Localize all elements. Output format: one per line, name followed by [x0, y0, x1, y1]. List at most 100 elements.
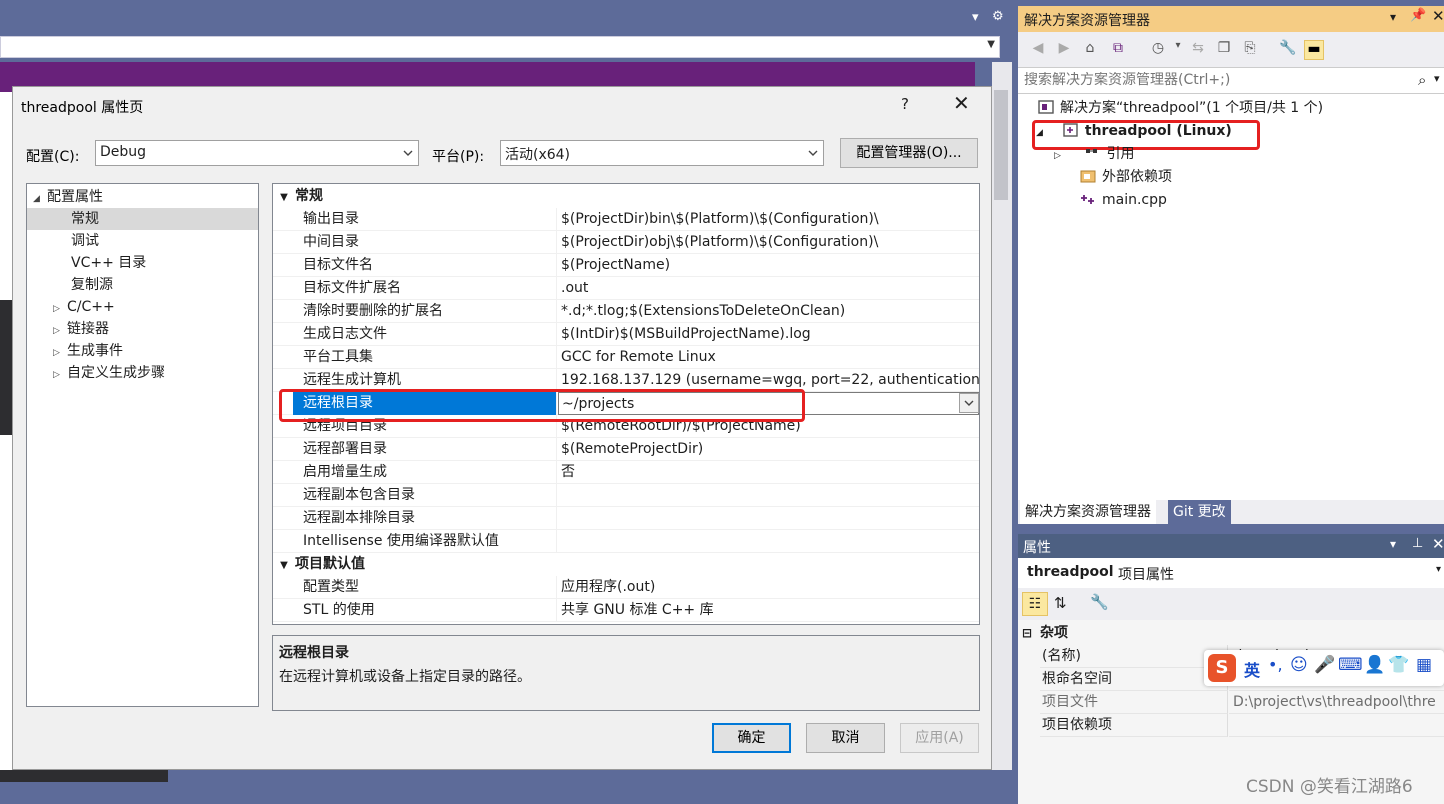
keyboard-icon[interactable]: ⌨ — [1338, 655, 1363, 675]
preview-selected-icon[interactable]: ▬ — [1304, 40, 1324, 60]
tree-item-vc-directories[interactable]: VC++ 目录 — [27, 252, 258, 274]
search-input[interactable] — [1024, 72, 1414, 88]
dropdown-icon[interactable]: ▾ — [1390, 537, 1396, 551]
tree-item-debugging[interactable]: 调试 — [27, 230, 258, 252]
property-row[interactable]: 远程副本包含目录 — [273, 484, 979, 507]
tree-item-build-events[interactable]: ▷ 生成事件 — [27, 340, 258, 362]
property-row[interactable]: 目标文件名 $(ProjectName) — [273, 254, 979, 277]
categorized-icon[interactable]: ☷ — [1022, 592, 1048, 616]
ime-language[interactable]: 英 — [1244, 657, 1260, 681]
property-row[interactable]: 项目依赖项 — [1018, 714, 1444, 737]
platform-value: 活动(x64) — [505, 147, 571, 163]
remote-root-dir-value[interactable]: ~/projects — [558, 392, 979, 415]
property-row[interactable]: 清除时要删除的扩展名 *.d;*.tlog;$(ExtensionsToDelet… — [273, 300, 979, 323]
section-misc[interactable]: ⊟ 杂项 — [1018, 622, 1444, 645]
property-description: 远程根目录 在远程计算机或设备上指定目录的路径。 — [272, 635, 980, 711]
forward-icon[interactable]: ▶ — [1054, 40, 1074, 60]
property-row[interactable]: 平台工具集 GCC for Remote Linux — [273, 346, 979, 369]
ide-scrollbar-thumb[interactable] — [994, 90, 1008, 200]
property-row-remote-root-dir[interactable]: 远程根目录 ~/projects — [273, 392, 979, 415]
collapsed-icon[interactable]: ▷ — [53, 320, 67, 342]
back-icon[interactable]: ◀ — [1028, 40, 1048, 60]
ide-navigation-combo[interactable]: ▼ — [0, 36, 1000, 58]
tree-item-linker[interactable]: ▷ 链接器 — [27, 318, 258, 340]
chevron-down-icon[interactable]: ▾ — [1168, 40, 1188, 60]
toolbox-icon[interactable]: ▦ — [1416, 655, 1432, 675]
property-row[interactable]: 远程生成计算机 192.168.137.129 (username=wgq, po… — [273, 369, 979, 392]
tree-item-main-cpp[interactable]: main.cpp — [1080, 189, 1167, 211]
tree-item-config-properties[interactable]: ◢ 配置属性 — [27, 186, 258, 208]
tree-item-solution[interactable]: 解决方案“threadpool”(1 个项目/共 1 个) — [1038, 97, 1323, 119]
pin-icon[interactable]: ⊥ — [1412, 536, 1423, 551]
property-row[interactable]: 远程项目目录 $(RemoteRootDir)/$(ProjectName) — [273, 415, 979, 438]
property-row[interactable]: STL 的使用 共享 GNU 标准 C++ 库 — [273, 599, 979, 622]
tree-item-references[interactable]: ▷ 引用 — [1054, 143, 1134, 165]
tab-git-changes[interactable]: Git 更改 — [1168, 500, 1231, 524]
tree-item-cpp[interactable]: ▷ C/C++ — [27, 296, 258, 318]
collapse-all-icon[interactable]: ❐ — [1214, 40, 1234, 60]
object-name: threadpool — [1027, 564, 1114, 580]
platform-select[interactable]: 活动(x64) — [500, 140, 824, 166]
config-tree: ◢ 配置属性 常规 调试 VC++ 目录 复制源 ▷ C/C++ ▷ 链接器 ▷ 生成事… — [26, 183, 259, 707]
pin-icon[interactable]: 📌 — [1410, 8, 1426, 23]
tree-item-project[interactable]: ◢ threadpool (Linux) — [1036, 120, 1232, 142]
property-row[interactable]: 远程副本排除目录 — [273, 507, 979, 530]
punctuation-icon[interactable]: •, — [1268, 655, 1283, 674]
sync-icon[interactable]: ⇆ — [1188, 40, 1208, 60]
tree-item-external-dependencies[interactable]: 外部依赖项 — [1080, 166, 1172, 188]
collapsed-icon[interactable]: ▷ — [53, 342, 67, 364]
pending-changes-filter-icon[interactable]: ◷ — [1148, 40, 1168, 60]
properties-object-selector[interactable]: threadpool 项目属性 ▾ — [1018, 558, 1444, 588]
dropdown-icon[interactable]: ▾ — [1390, 10, 1396, 24]
gear-icon[interactable]: ⚙ — [992, 9, 1004, 24]
property-row[interactable]: 中间目录 $(ProjectDir)obj\$(Platform)\$(Confi… — [273, 231, 979, 254]
close-button[interactable]: ✕ — [953, 91, 970, 115]
microphone-icon[interactable]: 🎤 — [1314, 655, 1335, 675]
property-row[interactable]: 项目文件 D:\project\vs\threadpool\thre — [1018, 691, 1444, 714]
category-project-defaults[interactable]: ▼ 项目默认值 — [273, 553, 979, 575]
category-general[interactable]: ▼ 常规 — [273, 185, 979, 207]
close-icon[interactable]: ✕ — [1432, 7, 1444, 25]
tab-solution-explorer[interactable]: 解决方案资源管理器 — [1020, 500, 1156, 524]
config-select[interactable]: Debug — [95, 140, 419, 166]
chevron-down-icon[interactable]: ▾ — [1434, 72, 1440, 85]
tree-item-copy-sources[interactable]: 复制源 — [27, 274, 258, 296]
tree-item-general[interactable]: 常规 — [27, 208, 258, 230]
cancel-button[interactable]: 取消 — [806, 723, 885, 753]
dropdown-icon[interactable]: ▾ — [972, 10, 979, 25]
user-icon[interactable]: 👤 — [1364, 655, 1385, 675]
tree-item-custom-build-step[interactable]: ▷ 自定义生成步骤 — [27, 362, 258, 384]
switch-views-icon[interactable]: ⧉ — [1108, 40, 1128, 60]
emoji-icon[interactable]: ☺ — [1290, 655, 1308, 675]
property-row[interactable]: 输出目录 $(ProjectDir)bin\$(Platform)\$(Confi… — [273, 208, 979, 231]
home-icon[interactable]: ⌂ — [1080, 40, 1100, 60]
collapse-icon[interactable]: ⊟ — [1022, 622, 1032, 645]
property-row[interactable]: 目标文件扩展名 .out — [273, 277, 979, 300]
collapsed-icon[interactable]: ▷ — [53, 298, 67, 320]
help-button[interactable]: ? — [901, 95, 909, 113]
value-dropdown-button[interactable] — [959, 393, 979, 413]
show-all-files-icon[interactable]: ⎘ — [1240, 40, 1260, 60]
collapse-icon[interactable]: ▼ — [273, 187, 295, 209]
property-row[interactable]: 远程部署目录 $(RemoteProjectDir) — [273, 438, 979, 461]
collapsed-icon[interactable]: ▷ — [1054, 145, 1080, 167]
apply-button[interactable]: 应用(A) — [900, 723, 979, 753]
chevron-down-icon[interactable]: ▾ — [1436, 564, 1441, 575]
property-row[interactable]: Intellisense 使用编译器默认值 — [273, 530, 979, 553]
search-icon[interactable]: ⌕ — [1418, 71, 1426, 89]
skin-icon[interactable]: 👕 — [1388, 655, 1409, 675]
wrench-icon[interactable]: 🔧 — [1278, 40, 1298, 60]
ok-button[interactable]: 确定 — [712, 723, 791, 753]
expanded-icon[interactable]: ◢ — [1036, 122, 1058, 144]
property-row[interactable]: 配置类型 应用程序(.out) — [273, 576, 979, 599]
collapsed-icon[interactable]: ▷ — [53, 364, 67, 386]
alphabetical-icon[interactable]: ⇅ — [1054, 594, 1067, 612]
sogou-logo-icon[interactable]: S — [1208, 654, 1236, 682]
expanded-icon[interactable]: ◢ — [33, 188, 47, 210]
property-row[interactable]: 生成日志文件 $(IntDir)$(MSBuildProjectName).log — [273, 323, 979, 346]
close-icon[interactable]: ✕ — [1432, 535, 1444, 553]
collapse-icon[interactable]: ▼ — [273, 555, 295, 577]
wrench-icon[interactable]: 🔧 — [1090, 593, 1109, 611]
config-manager-button[interactable]: 配置管理器(O)... — [840, 138, 978, 168]
property-row[interactable]: 启用增量生成否 — [273, 461, 979, 484]
